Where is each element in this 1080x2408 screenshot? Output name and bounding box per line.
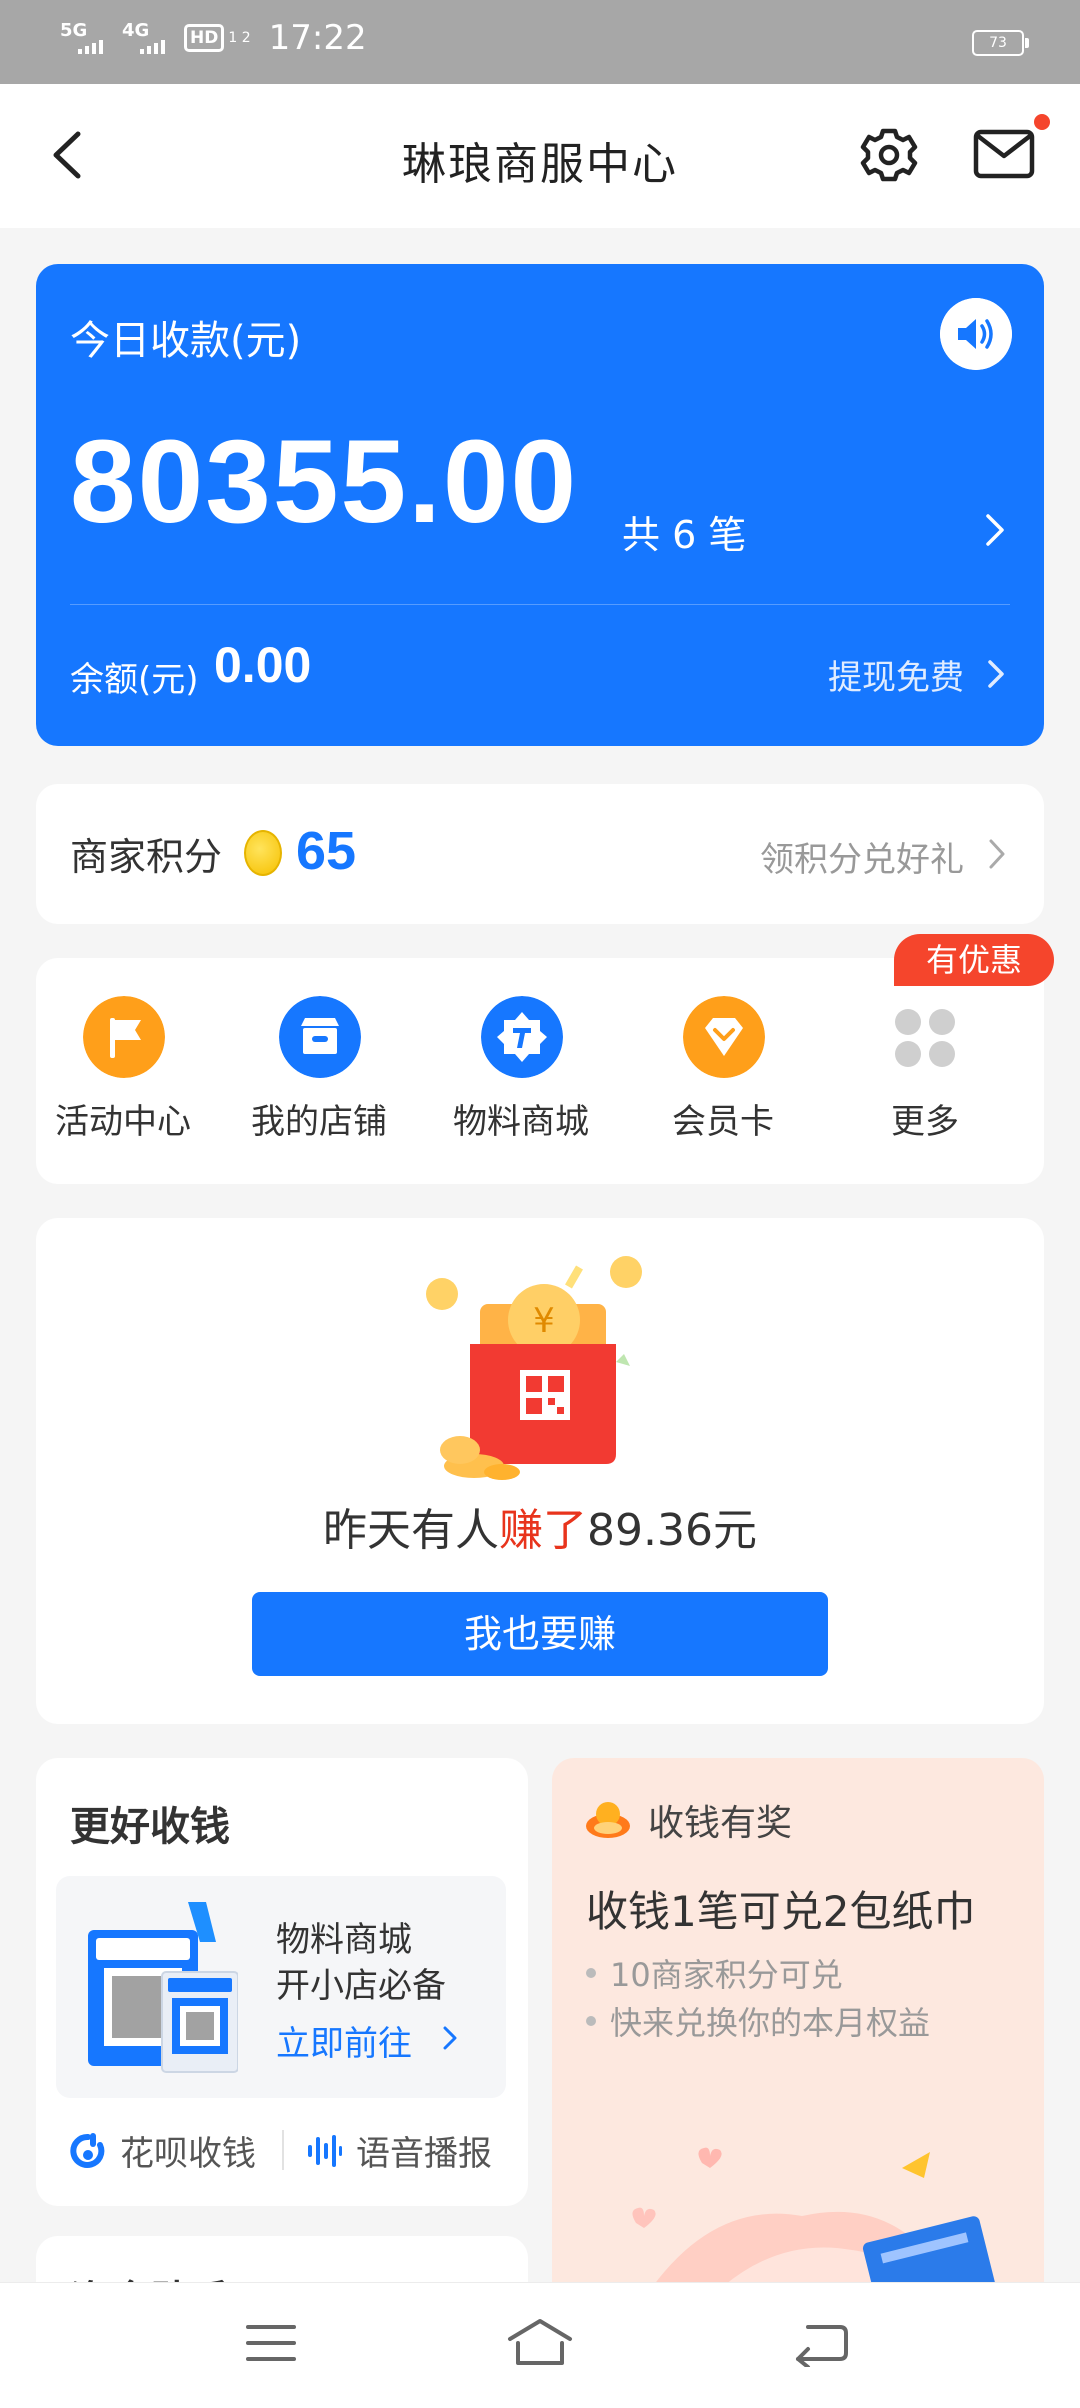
chevron-right-icon[interactable] [982,510,1008,550]
reward-header: 收钱有奖 [584,1794,792,1846]
app-header: 琳琅商服中心 [0,84,1080,228]
flag-icon [83,996,165,1078]
divider [282,2130,284,2170]
menu-item-activity-center[interactable]: 活动中心 [38,996,208,1146]
points-label: 商家积分 [70,835,223,879]
collection-reward-card[interactable]: 收钱有奖 收钱1笔可兑2包纸巾 10商家积分可兑 快来兑换你的本月权益 [552,1758,1044,2318]
menu-item-more[interactable]: 更多 [840,996,1010,1146]
better-collection-card: 更好收钱 物料商城 开小店必备 立即前往 花呗收钱 语音播报 [36,1758,528,2206]
back-return-icon[interactable] [794,2319,850,2367]
menu-item-my-store[interactable]: 我的店铺 [234,996,404,1146]
menu-item-member-card[interactable]: 会员卡 [638,996,808,1146]
more-dots-icon [895,1009,955,1067]
revenue-label: 今日收款(元) [70,318,302,364]
badge-t-icon [481,996,563,1078]
voice-broadcast-label: 语音播报 [356,2134,492,2174]
voice-wave-icon [308,2134,342,2167]
menu-label: 更多 [891,1102,959,1142]
reward-bullet: 快来兑换你的本月权益 [586,1998,930,2044]
notification-dot [1034,114,1050,130]
chevron-right-icon[interactable] [986,836,1008,872]
voice-broadcast-link[interactable]: 语音播报 [306,2126,492,2175]
qr-stand-image [88,1902,238,2073]
reward-bullet: 10商家积分可兑 [586,1950,843,1996]
signal-5g-icon: 5G [60,22,108,54]
menu-label: 会员卡 [672,1102,774,1142]
material-mall-label: 物料商城 [276,1920,412,1960]
diamond-icon [683,996,765,1078]
menu-item-material-mall[interactable]: 物料商城 [436,996,606,1146]
bullet-dot [586,2016,596,2026]
menu-label: 活动中心 [55,1102,191,1142]
merchant-points-card[interactable]: 商家积分 65 领积分兑好礼 [36,784,1044,924]
chevron-right-icon[interactable] [442,2024,458,2052]
material-mall-subtitle: 开小店必备 [276,1966,446,2006]
promo-text-before: 昨天有人 [323,1505,500,1556]
material-mall-banner[interactable]: 物料商城 开小店必备 立即前往 [56,1876,506,2098]
status-bar: 5G 4G HD 1 2 17:22 73 [0,0,1080,84]
battery-icon: 73 [972,30,1029,56]
system-nav-bar [0,2282,1080,2408]
reward-title: 收钱1笔可兑2包纸巾 [586,1887,976,1936]
chevron-right-icon[interactable] [984,656,1008,692]
coin-icon [244,830,282,876]
reward-bullet-text: 快来兑换你的本月权益 [610,2004,931,2042]
huabei-label: 花呗收钱 [120,2134,256,2174]
menu-label: 物料商城 [453,1102,589,1142]
clock: 17:22 [268,18,367,58]
revenue-card[interactable]: 今日收款(元) 80355.00 共 6 笔 余额(元) 0.00 提现免费 [36,264,1044,746]
hd-icon: HD [184,24,225,52]
balance-amount: 0.00 [214,637,312,693]
transaction-count: 共 6 笔 [622,513,747,557]
hd-sub-label: 1 2 [228,30,251,46]
home-icon[interactable] [504,2317,576,2369]
withdraw-link[interactable]: 提现免费 [828,650,964,699]
go-now-link[interactable]: 立即前往 [276,2016,412,2065]
huabei-collection-link[interactable]: 花呗收钱 [70,2126,256,2175]
menu-label: 我的店铺 [251,1102,387,1142]
svg-text:¥: ¥ [533,1301,555,1341]
reward-gift-icon [586,1802,630,1838]
reward-bullet-text: 10商家积分可兑 [610,1956,843,1994]
points-value: 65 [296,821,357,881]
promo-text-after: 89.36元 [587,1505,757,1556]
red-envelope-qr-icon: ¥ [426,1256,642,1480]
signal-label: 4G [122,20,150,41]
gear-icon[interactable] [858,122,920,188]
reward-head-label: 收钱有奖 [648,1803,793,1844]
promo-text: 昨天有人赚了89.36元 [36,1494,1044,1558]
store-icon [279,996,361,1078]
speaker-icon[interactable] [940,298,1012,370]
signal-label: 5G [60,20,88,41]
balance-label: 余额(元) [70,660,199,700]
divider [70,604,1010,605]
signal-4g-icon: 4G [122,22,170,54]
discount-badge: 有优惠 [894,934,1054,986]
better-collection-title: 更好收钱 [70,1804,230,1850]
quick-menu: 活动中心 我的店铺 物料商城 会员卡 更多 [36,958,1044,1184]
bullet-dot [586,1968,596,1978]
earnings-promo-card: ¥ 昨天有人赚了89.36元 我也要赚 [36,1218,1044,1724]
huabei-icon [70,2132,105,2168]
revenue-amount: 80355.00 [70,416,579,548]
promo-text-highlight: 赚了 [499,1505,588,1556]
menu-lines-icon[interactable] [244,2321,298,2365]
earn-button[interactable]: 我也要赚 [252,1592,828,1676]
redeem-points-link[interactable]: 领积分兑好礼 [760,832,964,881]
mail-icon[interactable] [972,124,1038,184]
